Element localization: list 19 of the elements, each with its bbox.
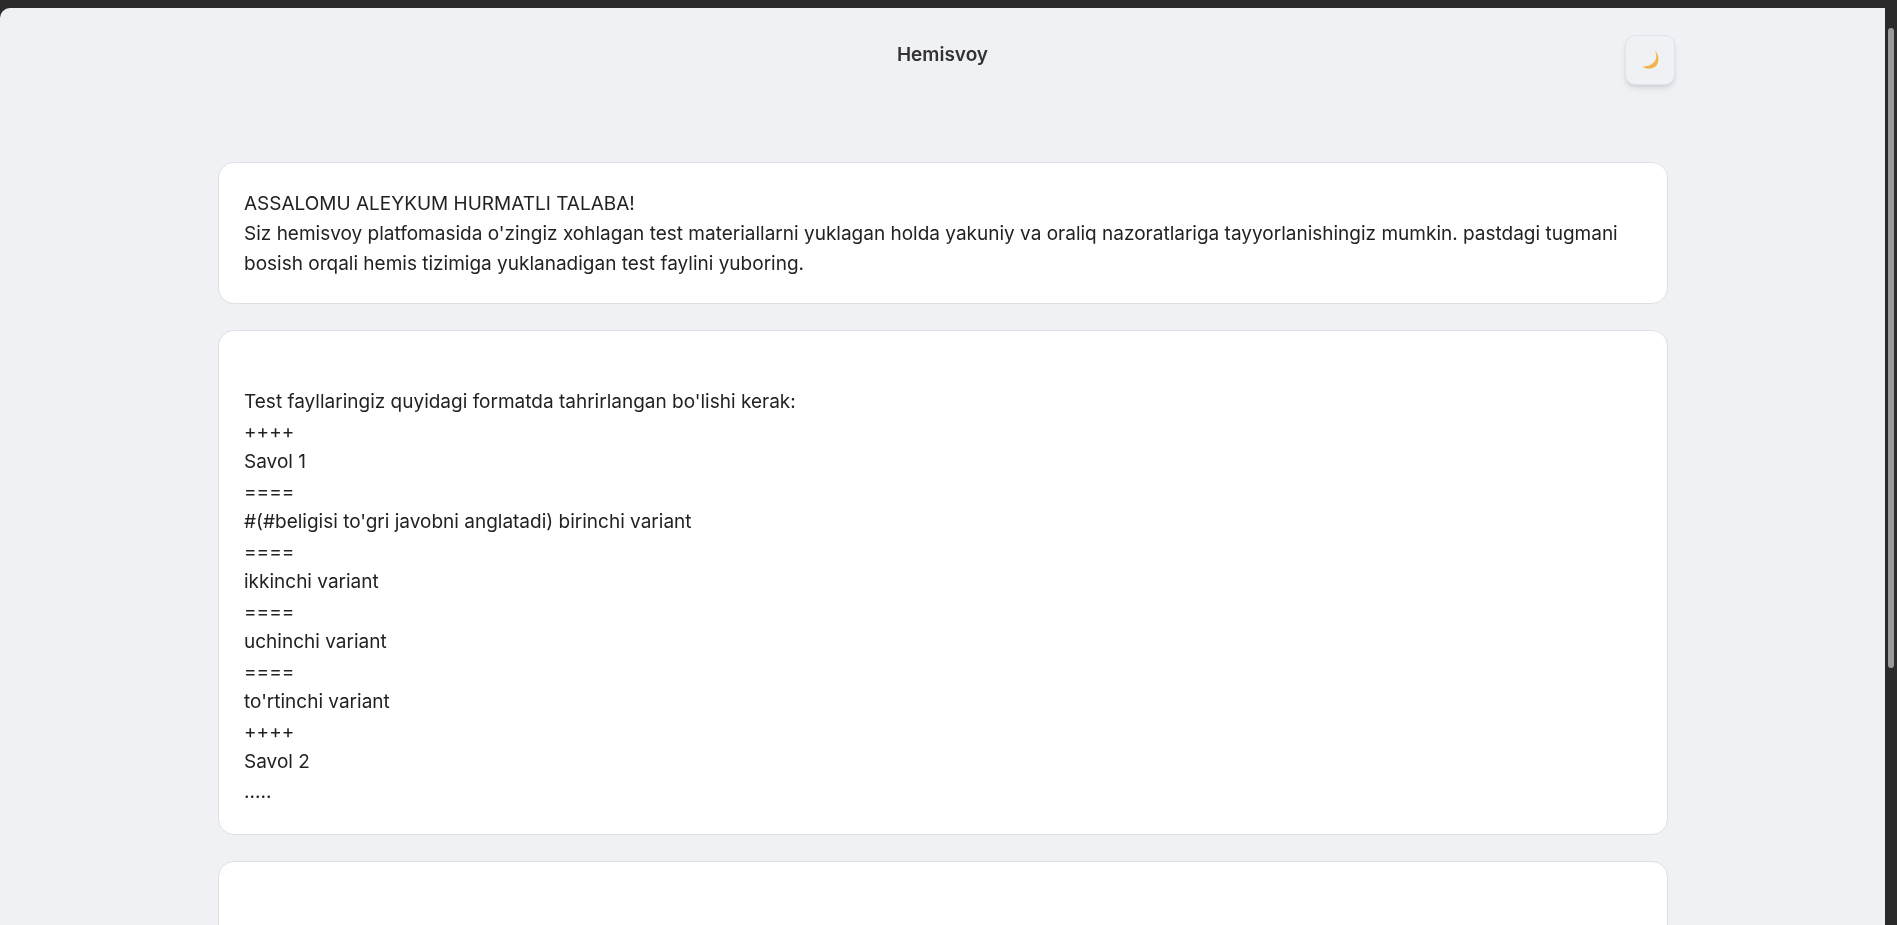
format-line: ====: [244, 659, 296, 685]
format-line: .....: [244, 779, 273, 805]
format-line: ikkinchi variant: [244, 569, 380, 595]
format-line: uchinchi variant: [244, 629, 388, 655]
welcome-text: Siz hemisvoy platfomasida o'zingiz xohlagan test materiallarni yuklagan holda yakuniy va oraliq nazoratlariga tayyorlanishingiz mumkin. pastdagi tugmani bosish orqali hemis tizimiga yuklanadigan test faylini yuboring.: [244, 221, 1619, 277]
format-line: Savol 2: [244, 749, 311, 775]
format-line: Test fayllaringiz quyidagi formatda tahrirlangan bo'lishi kerak:: [244, 389, 797, 415]
format-line: to'rtinchi variant: [244, 689, 391, 715]
format-line: #(#beligisi to'gri javobni anglatadi) birinchi variant: [244, 509, 693, 535]
format-line: ====: [244, 539, 296, 565]
welcome-heading: ASSALOMU ALEYKUM HURMATLI TALABA!: [244, 191, 636, 217]
format-line: ++++: [244, 419, 296, 445]
theme-toggle-button[interactable]: [1625, 35, 1675, 85]
format-line: ====: [244, 599, 296, 625]
format-line: ++++: [244, 719, 296, 745]
app-title: Hemisvoy: [896, 42, 989, 69]
format-line: Savol 1: [244, 449, 307, 475]
format-line: ====: [244, 479, 296, 505]
scrollbar-thumb[interactable]: [1888, 28, 1894, 668]
